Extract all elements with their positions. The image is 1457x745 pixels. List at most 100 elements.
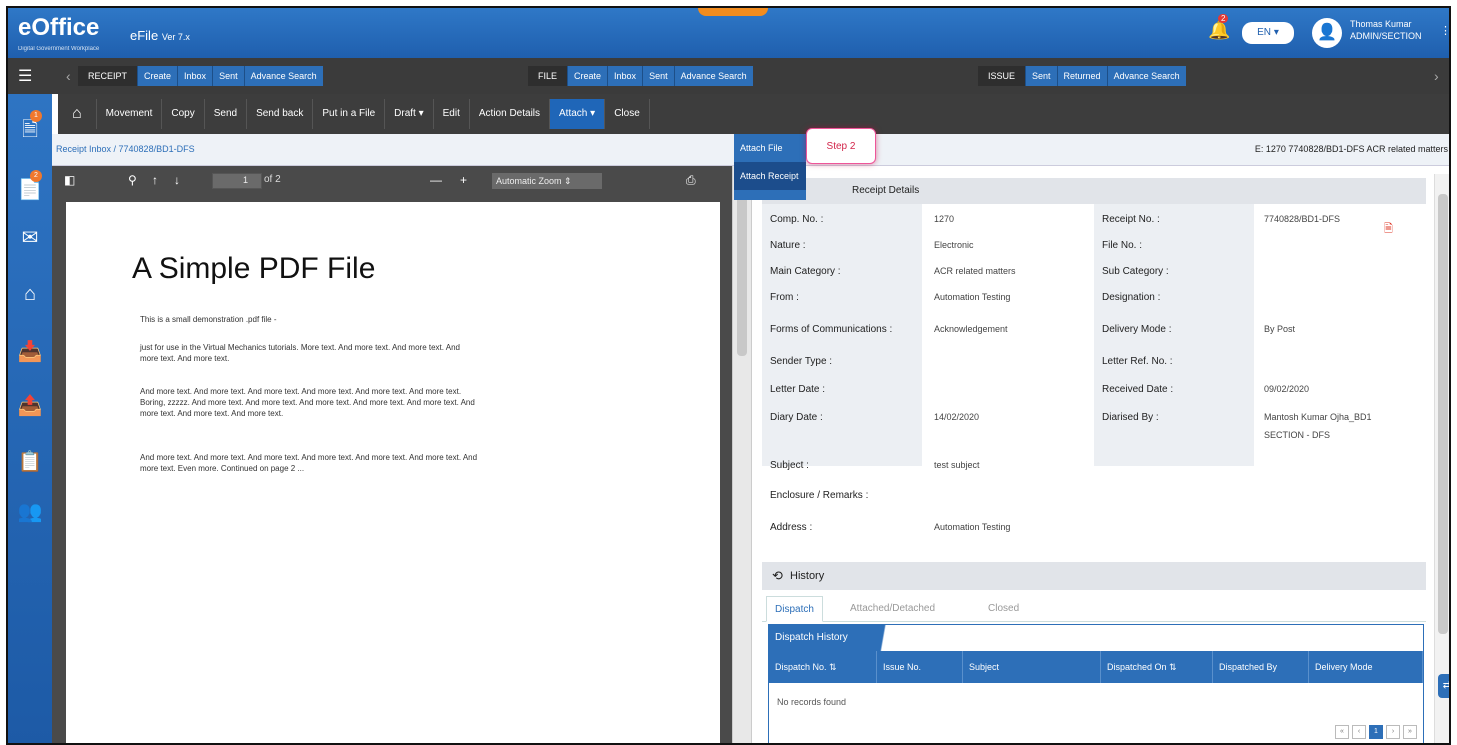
chevron-left-icon[interactable]: ‹: [66, 68, 71, 84]
attach-file-item[interactable]: Attach File: [734, 134, 806, 162]
close-button[interactable]: Close: [605, 99, 650, 129]
pdf-paragraph: just for use in the Virtual Mechanics tu…: [140, 343, 461, 363]
splitter-scrollbar[interactable]: [737, 196, 747, 356]
app-window: eOffice eFile Ver 7.x Digital Government…: [6, 6, 1451, 745]
receipt-advance-search[interactable]: Advance Search: [243, 66, 323, 86]
col-dispatch-no[interactable]: Dispatch No. ⇅: [769, 651, 877, 683]
avatar[interactable]: 👤: [1312, 18, 1342, 48]
receipt-inbox[interactable]: Inbox: [177, 66, 213, 86]
language-select[interactable]: EN ▾: [1242, 22, 1294, 44]
field-label: Nature :: [770, 240, 806, 251]
col-dispatched-on[interactable]: Dispatched On ⇅: [1101, 651, 1213, 683]
file-create[interactable]: Create: [567, 66, 608, 86]
sidebar-toggle-icon[interactable]: ◧: [64, 173, 75, 187]
file-inbox[interactable]: Inbox: [607, 66, 643, 86]
receipt-create[interactable]: Create: [137, 66, 178, 86]
field-label: Letter Ref. No. :: [1102, 356, 1173, 367]
field-value: ACR related matters: [934, 266, 1016, 276]
file-nav: FILE Create Inbox Sent Advance Search: [528, 66, 753, 86]
field-label: Received Date :: [1102, 384, 1174, 395]
copy-button[interactable]: Copy: [162, 99, 205, 129]
col-dispatched-by: Dispatched By: [1213, 651, 1309, 683]
field-label: Letter Date :: [770, 384, 826, 395]
sidebar-badge: 1: [30, 110, 42, 122]
issue-sent[interactable]: Sent: [1025, 66, 1057, 86]
menu-icon[interactable]: ☰: [18, 66, 32, 86]
file-label[interactable]: FILE: [528, 66, 568, 86]
last-page-button[interactable]: »: [1403, 725, 1417, 739]
edit-button[interactable]: Edit: [434, 99, 470, 129]
user-menu-icon[interactable]: ⋮: [1440, 24, 1449, 37]
field-label: Forms of Communications :: [770, 324, 893, 335]
side-tab-icon[interactable]: ⇄: [1438, 674, 1449, 698]
sidebar-mail-icon[interactable]: ✉: [16, 224, 44, 252]
tab-closed[interactable]: Closed: [980, 596, 1027, 622]
field-value: 1270: [934, 214, 955, 224]
pdf-page: A Simple PDF File This is a small demons…: [66, 202, 720, 743]
page-number-input[interactable]: 1: [212, 173, 262, 189]
field-label: Delivery Mode :: [1102, 324, 1172, 335]
panel-splitter[interactable]: [732, 166, 752, 743]
attach-dropdown: Attach File Attach Receipt: [734, 134, 806, 200]
field-value: SECTION - DFS: [1264, 430, 1331, 440]
action-details-button[interactable]: Action Details: [470, 99, 551, 129]
receipt-sent[interactable]: Sent: [212, 66, 244, 86]
col-delivery-mode: Delivery Mode: [1309, 651, 1423, 683]
field-value: test subject: [934, 460, 980, 470]
sidebar-inbox-icon[interactable]: 📥: [16, 338, 44, 366]
top-handle[interactable]: [698, 8, 768, 16]
movement-button[interactable]: Movement: [97, 99, 163, 129]
home-icon[interactable]: ⌂: [58, 99, 97, 129]
zoom-out-icon[interactable]: —: [430, 173, 442, 187]
zoom-in-icon[interactable]: +: [460, 173, 467, 187]
user-info[interactable]: Thomas Kumar ADMIN/SECTION: [1350, 18, 1422, 42]
pdf-viewer: A Simple PDF File This is a small demons…: [52, 196, 732, 743]
file-info: E: 1270 7740828/BD1-DFS ACR related matt…: [1254, 144, 1448, 154]
sidebar-home-icon[interactable]: ⌂: [16, 280, 44, 308]
print-icon[interactable]: ⎙: [686, 173, 696, 188]
tab-attached-detached[interactable]: Attached/Detached: [842, 596, 943, 622]
next-page-button[interactable]: ›: [1386, 725, 1400, 739]
page-button[interactable]: 1: [1369, 725, 1383, 739]
issue-advance-search[interactable]: Advance Search: [1106, 66, 1186, 86]
send-button[interactable]: Send: [205, 99, 248, 129]
history-header[interactable]: ⟲ History: [762, 562, 1426, 590]
sidebar-users-icon[interactable]: 👥: [16, 498, 44, 526]
bell-icon[interactable]: 🔔: [1208, 20, 1230, 41]
prev-page-button[interactable]: ‹: [1352, 725, 1366, 739]
step-callout: Step 2: [806, 128, 876, 164]
attach-receipt-item[interactable]: Attach Receipt: [734, 162, 806, 190]
dispatch-history-title: Dispatch History: [769, 625, 909, 651]
issue-returned[interactable]: Returned: [1056, 66, 1107, 86]
field-value: 14/02/2020: [934, 412, 980, 422]
field-label: Enclosure / Remarks :: [770, 490, 869, 501]
draft-button[interactable]: Draft ▾: [385, 99, 434, 129]
zoom-select[interactable]: Automatic Zoom ⇕: [492, 173, 602, 189]
file-sent[interactable]: Sent: [642, 66, 674, 86]
field-label: Diary Date :: [770, 412, 823, 423]
first-page-button[interactable]: «: [1335, 725, 1349, 739]
sidebar-report-icon[interactable]: 📋: [16, 448, 44, 476]
search-icon[interactable]: ⚲: [128, 173, 137, 187]
sidebar-forward-icon[interactable]: 📤: [16, 392, 44, 420]
chevron-right-icon[interactable]: ›: [1434, 68, 1439, 84]
pdf-title: A Simple PDF File: [132, 252, 376, 285]
field-label: Comp. No. :: [770, 214, 824, 225]
receipt-label[interactable]: RECEIPT: [78, 66, 138, 86]
prev-page-icon[interactable]: ↑: [152, 173, 158, 187]
send-back-button[interactable]: Send back: [247, 99, 314, 129]
tab-dispatch[interactable]: Dispatch: [766, 596, 823, 622]
details-grid: Comp. No. : 1270 Receipt No. : 7740828/BD1-…: [762, 204, 1426, 554]
attach-button[interactable]: Attach ▾: [550, 99, 606, 129]
file-advance-search[interactable]: Advance Search: [673, 66, 753, 86]
put-in-file-button[interactable]: Put in a File: [313, 99, 386, 129]
receipt-details-panel: Receipt Details Comp. No. : 1270 Receipt N…: [754, 166, 1434, 743]
breadcrumb[interactable]: Receipt Inbox / 7740828/BD1-DFS: [56, 144, 195, 154]
field-value: Automation Testing: [934, 522, 1011, 532]
field-label: Subject :: [770, 460, 809, 471]
issue-label[interactable]: ISSUE: [978, 66, 1026, 86]
next-page-icon[interactable]: ↓: [174, 173, 180, 187]
pdf-icon[interactable]: 🗎: [1384, 220, 1393, 239]
field-label: Diarised By :: [1102, 412, 1159, 423]
details-scrollbar[interactable]: [1434, 174, 1449, 743]
